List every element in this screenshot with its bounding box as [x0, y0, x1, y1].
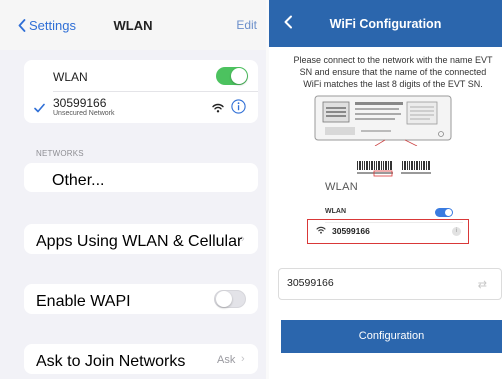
ask-to-join-value: Ask — [217, 354, 236, 366]
checkmark-icon — [34, 103, 45, 113]
instruction-line: SN and ensure that the name of the conne… — [299, 67, 487, 77]
apps-using-wlan-row[interactable]: Apps Using WLAN & Cellular › — [24, 224, 258, 254]
configuration-button[interactable]: Configuration — [281, 320, 502, 353]
wlan-card: WLAN 30599166 Unsecured Network — [24, 60, 258, 123]
example-wlan-toggle — [435, 208, 453, 217]
apps-using-wlan-label: Apps Using WLAN & Cellular — [36, 233, 243, 250]
toggle-knob — [216, 291, 232, 307]
other-network-label: Other... — [52, 172, 105, 189]
network-highlight-box — [307, 219, 469, 244]
wlan-label: WLAN — [53, 70, 88, 84]
toggle-knob — [445, 209, 452, 216]
app-title: WiFi Configuration — [329, 17, 442, 31]
chevron-right-icon: › — [241, 233, 245, 245]
swap-icon[interactable]: ⇄ — [478, 278, 487, 291]
other-network-card[interactable]: Other... — [24, 163, 258, 192]
wifi-icon — [212, 103, 224, 113]
chevron-right-icon: › — [241, 353, 245, 365]
instruction-line: Please connect to the network with the n… — [293, 55, 493, 65]
info-icon[interactable] — [231, 99, 246, 114]
example-wlan-heading: WLAN — [325, 181, 358, 193]
device-label-illustration — [314, 95, 452, 146]
enable-wapi-label: Enable WAPI — [36, 293, 131, 310]
ask-to-join-label: Ask to Join Networks — [36, 353, 186, 370]
example-wlan-row-label: WLAN — [325, 208, 346, 215]
toggle-knob — [231, 68, 247, 84]
serial-barcode-illustration — [357, 161, 431, 177]
ios-wlan-settings-panel: Settings WLAN Edit WLAN 30599166 Unsecur… — [0, 0, 266, 379]
page-title: WLAN — [113, 18, 153, 33]
network-ssid: 30599166 — [53, 96, 107, 110]
connected-network-row[interactable]: 30599166 Unsecured Network — [24, 92, 258, 123]
wifi-configuration-screen: WiFi Configuration Please connect to the… — [269, 0, 502, 379]
wlan-toggle-row: WLAN — [24, 60, 258, 91]
wlan-toggle[interactable] — [216, 67, 248, 85]
enable-wapi-row: Enable WAPI — [24, 284, 258, 314]
ssid-field: ⇄ — [278, 268, 502, 300]
instruction-line: WiFi matches the last 8 digits of the EV… — [303, 79, 483, 89]
ios-navigation-bar: Settings WLAN Edit — [0, 0, 266, 50]
ssid-input[interactable] — [287, 277, 467, 289]
connection-instructions: Please connect to the network with the n… — [277, 54, 502, 90]
edit-button[interactable]: Edit — [236, 18, 257, 32]
ask-to-join-row[interactable]: Ask to Join Networks Ask › — [24, 344, 258, 374]
app-header: WiFi Configuration — [269, 0, 502, 47]
wapi-toggle[interactable] — [214, 290, 246, 308]
network-security: Unsecured Network — [53, 110, 115, 117]
networks-section-header: NETWORKS — [36, 149, 84, 158]
